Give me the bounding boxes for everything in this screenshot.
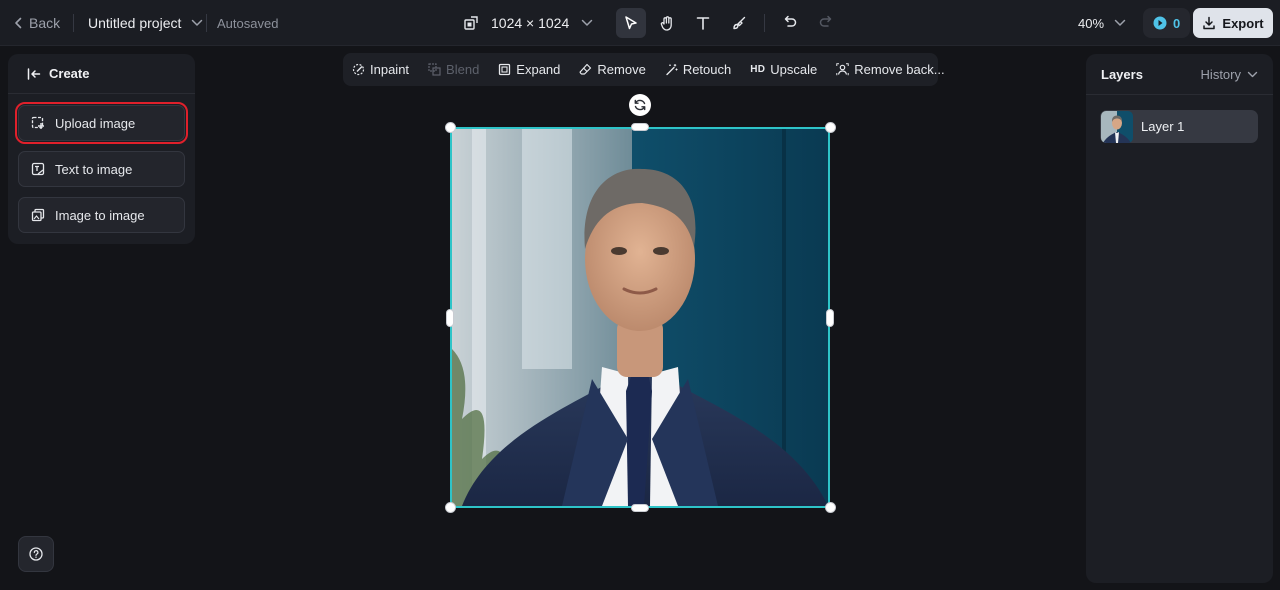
canvas-size-value: 1024 × 1024 (491, 15, 570, 31)
expand-label: Expand (516, 62, 561, 77)
text-icon (696, 17, 710, 30)
blend-icon (428, 63, 441, 76)
retouch-icon (665, 63, 678, 76)
resize-handle-bottom-right[interactable] (825, 502, 836, 513)
divider (73, 14, 74, 32)
help-icon (29, 547, 43, 561)
remove-background-label: Remove back... (854, 62, 945, 77)
image-to-image-button[interactable]: Image to image (18, 197, 185, 233)
brush-tool[interactable] (724, 8, 754, 38)
blend-button[interactable]: Blend (428, 62, 479, 77)
redo-button[interactable] (811, 8, 841, 38)
retouch-label: Retouch (682, 62, 732, 77)
layer-name: Layer 1 (1141, 119, 1185, 134)
zoom-level: 40% (1078, 15, 1105, 31)
collapse-left-icon (27, 67, 41, 80)
inpaint-button[interactable]: Inpaint (352, 62, 409, 77)
layer-thumbnail (1101, 110, 1133, 143)
create-title: Create (49, 66, 90, 81)
upscale-button[interactable]: HD Upscale (750, 62, 817, 77)
remove-background-icon (836, 63, 849, 76)
autosave-status: Autosaved (217, 15, 279, 31)
resize-handle-top-left[interactable] (445, 122, 456, 133)
credits-coin-icon (1153, 16, 1167, 30)
upload-image-label: Upload image (55, 115, 136, 131)
top-bar: Back Untitled project Autosaved 1024 × 1… (0, 0, 1280, 46)
hd-icon: HD (750, 64, 766, 75)
text-tool[interactable] (688, 8, 718, 38)
help-button[interactable] (18, 536, 54, 572)
resize-handle-right[interactable] (826, 309, 834, 327)
layers-tab[interactable]: Layers (1101, 67, 1143, 82)
retouch-button[interactable]: Retouch (665, 62, 731, 77)
resize-handle-top[interactable] (631, 123, 649, 131)
image-to-image-label: Image to image (55, 207, 145, 223)
resize-handle-top-right[interactable] (825, 122, 836, 133)
upload-image-button[interactable]: Upload image (15, 102, 188, 144)
layers-panel: Layers History Layer 1 (1086, 54, 1273, 583)
credits-count: 0 (1173, 15, 1181, 31)
layer-item[interactable]: Layer 1 (1100, 110, 1258, 143)
image-to-image-icon (31, 208, 45, 222)
brush-icon (733, 16, 746, 30)
expand-icon (498, 63, 511, 76)
inpaint-label: Inpaint (370, 62, 410, 77)
canvas-image-selection[interactable] (450, 127, 830, 508)
hand-tool[interactable] (652, 8, 682, 38)
tool-group (616, 0, 841, 46)
resize-handle-bottom-left[interactable] (445, 502, 456, 513)
text-to-image-label: Text to image (55, 161, 133, 177)
rotate-handle[interactable] (629, 94, 651, 116)
resize-handle-left[interactable] (446, 309, 454, 327)
divider (206, 14, 207, 32)
history-label: History (1200, 66, 1241, 82)
zoom-dropdown[interactable]: 40% (1078, 0, 1126, 46)
portrait-photo (452, 129, 828, 506)
text-to-image-icon (31, 162, 45, 176)
text-to-image-button[interactable]: Text to image (18, 151, 185, 187)
canvas-size-dropdown[interactable]: 1024 × 1024 (463, 0, 593, 46)
upload-image-icon (31, 116, 45, 130)
create-header[interactable]: Create (8, 54, 195, 94)
edit-toolbar: Inpaint Blend Expand Remove Retouch HD U… (343, 53, 945, 86)
undo-icon (784, 15, 797, 27)
inpaint-icon (352, 63, 365, 76)
resize-handle-bottom[interactable] (631, 504, 649, 512)
download-icon (1202, 16, 1216, 30)
divider (764, 14, 765, 32)
export-label: Export (1222, 15, 1264, 31)
back-button[interactable]: Back (14, 0, 60, 46)
create-panel: Create Upload image Text to image Image … (8, 54, 195, 244)
layers-header: Layers History (1086, 54, 1273, 95)
chevron-down-icon (1247, 71, 1258, 78)
chevron-down-icon (191, 19, 203, 27)
eraser-icon (579, 63, 592, 76)
remove-background-button[interactable]: Remove back... (836, 62, 945, 77)
undo-button[interactable] (775, 8, 805, 38)
back-label: Back (29, 15, 61, 31)
chevron-left-icon (14, 17, 23, 29)
history-tab[interactable]: History (1201, 67, 1258, 82)
remove-label: Remove (597, 62, 646, 77)
blend-label: Blend (446, 62, 480, 77)
hand-icon (660, 15, 672, 31)
expand-button[interactable]: Expand (498, 62, 560, 77)
canvas-resize-icon (463, 15, 479, 31)
project-title-dropdown[interactable]: Untitled project (88, 0, 203, 46)
chevron-down-icon (581, 19, 593, 27)
remove-button[interactable]: Remove (579, 62, 646, 77)
cursor-arrow-icon (625, 16, 637, 30)
select-tool[interactable] (616, 8, 646, 38)
redo-icon (819, 15, 832, 27)
export-button[interactable]: Export (1193, 8, 1273, 38)
credits-badge[interactable]: 0 (1143, 8, 1191, 38)
rotate-icon (634, 99, 646, 111)
project-title: Untitled project (88, 15, 182, 31)
upscale-label: Upscale (770, 62, 818, 77)
chevron-down-icon (1114, 19, 1126, 27)
